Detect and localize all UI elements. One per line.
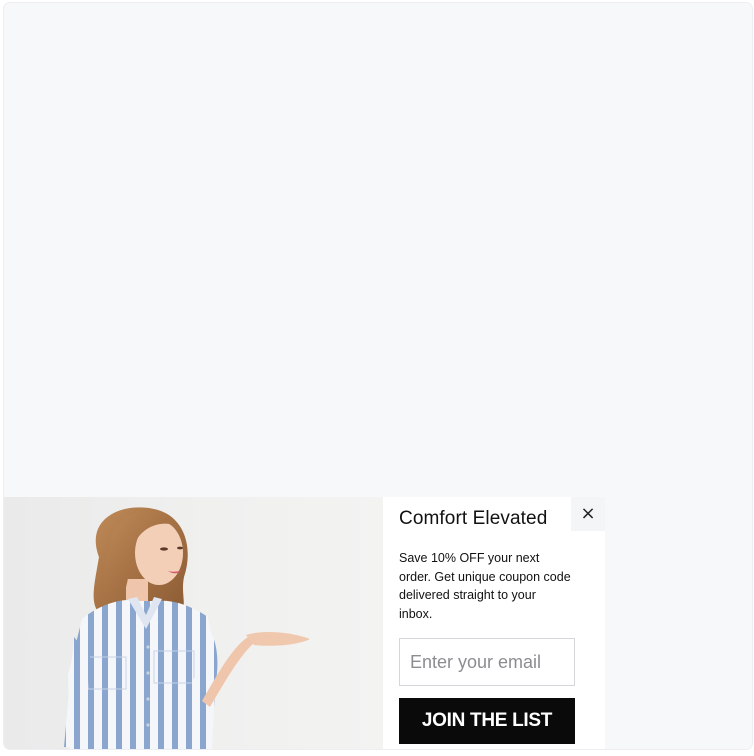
popup-description: Save 10% OFF your next order. Get unique… xyxy=(399,551,571,621)
model-illustration xyxy=(64,507,310,749)
popup-title: Comfort Elevated xyxy=(399,508,548,529)
email-input[interactable] xyxy=(399,638,575,686)
page-background: × Comfort Elevated Save 10% OFF your nex… xyxy=(4,3,752,749)
hero-image xyxy=(4,497,383,749)
signup-panel: × Comfort Elevated Save 10% OFF your nex… xyxy=(383,497,605,749)
close-button[interactable]: × xyxy=(571,497,605,531)
newsletter-popup: × Comfort Elevated Save 10% OFF your nex… xyxy=(4,497,605,749)
join-list-button[interactable]: JOIN THE LIST xyxy=(399,698,575,744)
close-icon[interactable]: × xyxy=(580,505,595,523)
